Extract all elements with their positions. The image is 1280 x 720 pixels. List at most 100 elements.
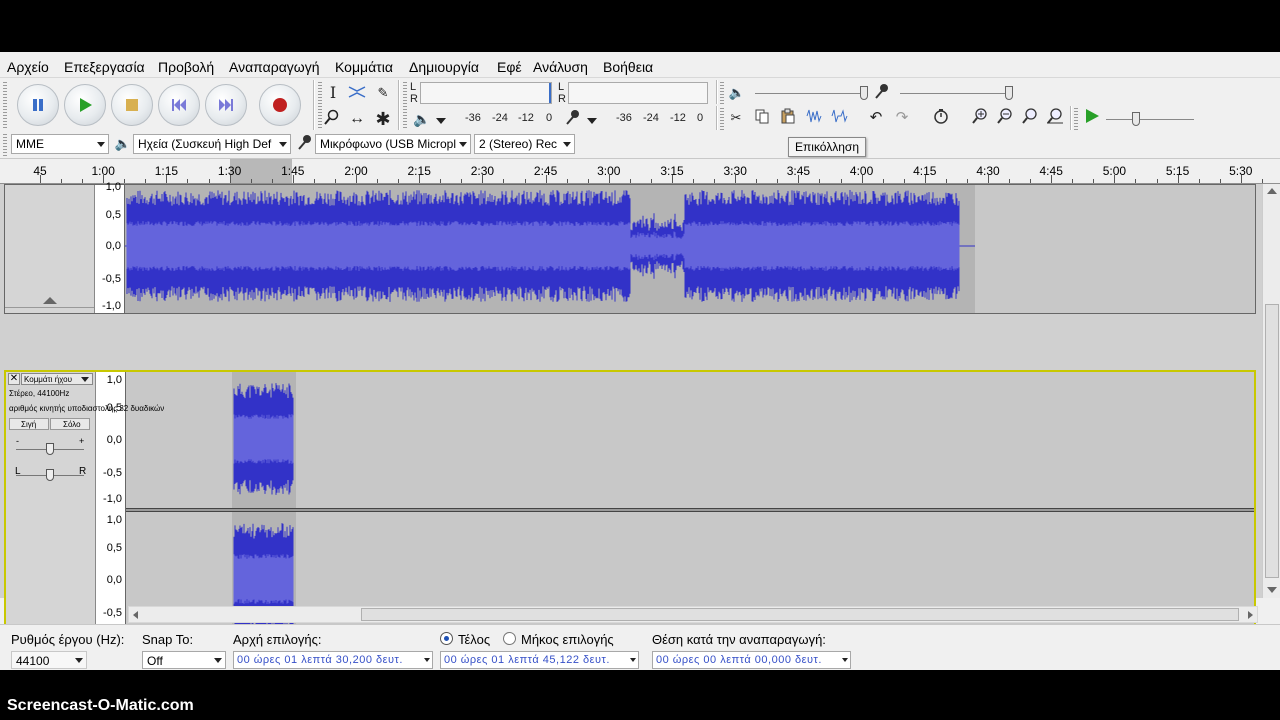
menu-edit[interactable]: Επεξεργασία: [64, 59, 145, 75]
input-volume-thumb[interactable]: [1005, 86, 1013, 100]
menu-file[interactable]: Αρχείο: [7, 59, 49, 75]
skip-start-button[interactable]: [158, 84, 200, 126]
speed-slider[interactable]: [1106, 119, 1194, 120]
paste-icon[interactable]: [778, 108, 798, 128]
input-volume-slider[interactable]: [900, 93, 1012, 94]
solo-button[interactable]: Σόλο: [50, 418, 90, 430]
multi-tool-icon[interactable]: ✱: [373, 109, 393, 129]
scroll-up-arrow-icon[interactable]: [1267, 188, 1277, 194]
track-name-menu[interactable]: Κομμάτι ήχου: [21, 373, 93, 385]
record-button[interactable]: [259, 84, 301, 126]
ruler-tick: [208, 179, 210, 183]
stop-button[interactable]: [111, 84, 153, 126]
ruler-tick: [545, 175, 547, 183]
horizontal-scroll-thumb[interactable]: [361, 608, 1239, 621]
audio-host-select[interactable]: MME: [11, 134, 109, 154]
snap-to-select[interactable]: Off: [142, 651, 226, 669]
mute-button[interactable]: Σιγή: [9, 418, 49, 430]
sync-lock-icon[interactable]: [931, 108, 951, 128]
ruler-tick: [693, 179, 695, 183]
toolbar-grip[interactable]: [720, 82, 724, 104]
trim-icon[interactable]: [804, 108, 824, 128]
track-divider: [5, 307, 94, 308]
microphone-icon[interactable]: [563, 109, 583, 129]
fit-selection-icon[interactable]: [1020, 108, 1040, 128]
horizontal-scrollbar[interactable]: [128, 606, 1258, 623]
menu-generate[interactable]: Δημιουργία: [409, 59, 479, 75]
project-rate-value: 44100: [16, 654, 50, 668]
timeshift-tool-icon[interactable]: ↔: [347, 109, 367, 129]
audio-position-label: Θέση κατά την αναπαραγωγή:: [652, 632, 826, 647]
input-device-select[interactable]: Μικρόφωνο (USB Micropl: [315, 134, 471, 154]
gain-slider-thumb[interactable]: [46, 443, 54, 455]
speaker-icon[interactable]: 🔈: [412, 109, 432, 129]
playback-tick: -12: [518, 112, 534, 124]
selection-tool-icon[interactable]: I: [323, 83, 343, 103]
fit-project-icon[interactable]: [1045, 108, 1065, 128]
toolbar-grip[interactable]: [720, 108, 724, 130]
redo-icon[interactable]: ↷: [892, 108, 912, 128]
record-meter-menu-arrow[interactable]: [587, 118, 597, 124]
menu-tracks[interactable]: Κομμάτια: [335, 59, 393, 75]
length-radio[interactable]: [503, 632, 516, 645]
draw-tool-icon[interactable]: ✎: [373, 83, 393, 103]
track-2-vertical-scale: 1,0 0,5 0,0 -0,5 -1,0 1,0 0,5 0,0 -0,5 -…: [96, 372, 126, 646]
undo-icon[interactable]: ↶: [866, 108, 886, 128]
speed-slider-thumb[interactable]: [1132, 112, 1140, 126]
toolbar-grip[interactable]: [403, 82, 407, 130]
output-volume-thumb[interactable]: [860, 86, 868, 100]
record-tick: 0: [697, 112, 704, 124]
silence-icon[interactable]: [829, 108, 849, 128]
output-device-select[interactable]: Ηχεία (Συσκευή High Def: [133, 134, 291, 154]
vertical-scroll-thumb[interactable]: [1265, 304, 1279, 578]
toolbar-grip[interactable]: [3, 82, 7, 130]
skip-end-button[interactable]: [205, 84, 247, 126]
timeline-ruler[interactable]: 45 1:00 1:15 1:30 1:45 2:00 2:15 2:30 2:45 3:00 3:…: [0, 158, 1280, 184]
record-meter[interactable]: [568, 82, 708, 104]
play-at-speed-button[interactable]: [1082, 108, 1102, 128]
close-track-icon[interactable]: ✕: [8, 373, 20, 385]
menu-transport[interactable]: Αναπαραγωγή: [229, 59, 320, 75]
input-device-value: Μικρόφωνο (USB Micropl: [320, 137, 456, 151]
ruler-tick: [629, 179, 631, 183]
track-2-waveform-area[interactable]: [126, 372, 1254, 646]
selection-start-time[interactable]: 00 ώρες 01 λεπτά 30,200 δευτ.: [233, 651, 433, 669]
input-channels-select[interactable]: 2 (Stereo) Rec: [474, 134, 575, 154]
audio-position-time[interactable]: 00 ώρες 00 λεπτά 00,000 δευτ.: [652, 651, 851, 669]
selection-end-time[interactable]: 00 ώρες 01 λεπτά 45,122 δευτ.: [440, 651, 639, 669]
project-rate-select[interactable]: 44100: [11, 651, 87, 669]
zoom-in-icon[interactable]: [970, 108, 990, 128]
play-button[interactable]: [64, 84, 106, 126]
ruler-tick: [861, 175, 863, 183]
solo-label: Σόλο: [63, 420, 81, 429]
ruler-tick: [187, 179, 189, 183]
ruler-tick: [313, 179, 315, 183]
output-volume-slider[interactable]: [755, 93, 867, 94]
menu-effect[interactable]: Εφέ: [497, 59, 522, 75]
ruler-tick: [882, 179, 884, 183]
playback-meter-menu-arrow[interactable]: [436, 118, 446, 124]
end-radio[interactable]: [440, 632, 453, 645]
copy-icon[interactable]: [752, 108, 772, 128]
collapse-track-icon[interactable]: [43, 297, 57, 304]
toolbar-grip[interactable]: [1074, 108, 1078, 130]
vertical-scrollbar[interactable]: [1262, 184, 1280, 598]
scale-label: 1,0: [105, 181, 121, 193]
pan-slider-thumb[interactable]: [46, 469, 54, 481]
scroll-left-arrow-icon[interactable]: [133, 611, 138, 619]
zoom-tool-icon[interactable]: [322, 109, 342, 129]
playback-meter[interactable]: [420, 82, 552, 104]
scroll-down-arrow-icon[interactable]: [1267, 587, 1277, 593]
scroll-right-arrow-icon[interactable]: [1248, 611, 1253, 619]
menu-analyze[interactable]: Ανάλυση: [533, 59, 588, 75]
record-icon: [273, 98, 287, 112]
menu-view[interactable]: Προβολή: [158, 59, 214, 75]
track-1-waveform-area[interactable]: [125, 185, 1255, 313]
zoom-out-icon[interactable]: [995, 108, 1015, 128]
envelope-tool-icon[interactable]: [347, 83, 367, 103]
toolbar-grip[interactable]: [3, 134, 7, 156]
pause-button[interactable]: [17, 84, 59, 126]
audio-track-1[interactable]: 1,0 0,5 0,0 -0,5 -1,0: [4, 181, 1256, 314]
menu-help[interactable]: Βοήθεια: [603, 59, 653, 75]
cut-icon[interactable]: ✂: [726, 108, 746, 128]
